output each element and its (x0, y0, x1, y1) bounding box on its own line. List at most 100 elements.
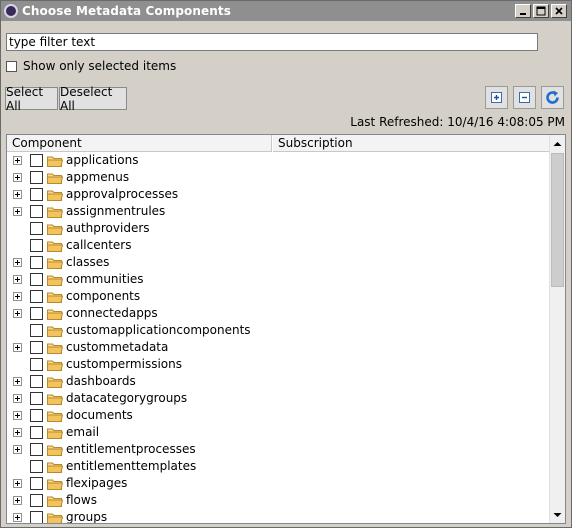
row-label: datacategorygroups (66, 391, 188, 405)
folder-icon (47, 444, 64, 459)
expand-toggle-icon[interactable] (13, 275, 22, 284)
tree-row[interactable]: authproviders (7, 220, 550, 237)
expand-toggle-icon[interactable] (13, 156, 22, 165)
column-header-subscription[interactable]: Subscription (273, 135, 550, 152)
row-checkbox[interactable] (30, 494, 43, 507)
folder-icon (47, 291, 64, 306)
row-checkbox[interactable] (30, 341, 43, 354)
column-header-component[interactable]: Component (7, 135, 272, 152)
show-selected-row[interactable]: Show only selected items (6, 59, 176, 73)
select-all-button[interactable]: Select All (5, 85, 58, 113)
row-label: connectedapps (66, 306, 158, 320)
row-checkbox[interactable] (30, 426, 43, 439)
row-checkbox[interactable] (30, 392, 43, 405)
expand-toggle-icon[interactable] (13, 496, 22, 505)
folder-icon (47, 223, 64, 238)
folder-icon (47, 155, 64, 170)
row-checkbox[interactable] (30, 154, 43, 167)
folder-icon (47, 189, 64, 204)
tree-row[interactable]: classes (7, 254, 550, 271)
tree-row[interactable]: flows (7, 492, 550, 509)
folder-icon (47, 376, 64, 391)
expand-toggle-icon[interactable] (13, 207, 22, 216)
tree-row[interactable]: entitlementprocesses (7, 441, 550, 458)
row-checkbox[interactable] (30, 256, 43, 269)
collapse-all-button[interactable] (513, 86, 536, 109)
row-checkbox[interactable] (30, 511, 43, 523)
row-checkbox[interactable] (30, 273, 43, 286)
row-checkbox[interactable] (30, 409, 43, 422)
tree-row[interactable]: communities (7, 271, 550, 288)
tree-row[interactable]: custompermissions (7, 356, 550, 373)
expand-toggle-icon[interactable] (13, 479, 22, 488)
scroll-down-button[interactable] (550, 506, 565, 523)
tree-row[interactable]: custommetadata (7, 339, 550, 356)
tree-row[interactable]: dashboards (7, 373, 550, 390)
component-tree[interactable]: Component Subscription applications appme… (6, 134, 566, 524)
tree-row[interactable]: connectedapps (7, 305, 550, 322)
expand-toggle-icon[interactable] (13, 445, 22, 454)
row-label: appmenus (66, 170, 130, 184)
refresh-button[interactable] (541, 86, 564, 109)
expand-toggle-icon[interactable] (13, 173, 22, 182)
scroll-up-icon (553, 141, 562, 146)
maximize-button[interactable] (533, 4, 549, 18)
expand-toggle-icon[interactable] (13, 513, 22, 522)
scroll-up-button[interactable] (550, 135, 565, 152)
row-label: custompermissions (66, 357, 182, 371)
scroll-thumb[interactable] (551, 153, 564, 287)
expand-all-button[interactable] (485, 86, 508, 109)
row-label: communities (66, 272, 144, 286)
tree-row[interactable]: flexipages (7, 475, 550, 492)
row-checkbox[interactable] (30, 222, 43, 235)
row-checkbox[interactable] (30, 307, 43, 320)
vertical-scrollbar[interactable] (549, 135, 565, 523)
column-header-component-label: Component (12, 136, 82, 150)
expand-toggle-icon[interactable] (13, 394, 22, 403)
expand-toggle-icon[interactable] (13, 343, 22, 352)
tree-row[interactable]: applications (7, 152, 550, 169)
expand-toggle-icon[interactable] (13, 411, 22, 420)
tree-row[interactable]: approvalprocesses (7, 186, 550, 203)
row-checkbox[interactable] (30, 324, 43, 337)
tree-row[interactable]: assignmentrules (7, 203, 550, 220)
tree-row[interactable]: customapplicationcomponents (7, 322, 550, 339)
folder-icon (47, 393, 64, 408)
close-button[interactable] (551, 4, 567, 18)
expand-toggle-icon[interactable] (13, 258, 22, 267)
title-bar[interactable]: Choose Metadata Components (1, 1, 571, 21)
expand-toggle-icon[interactable] (13, 292, 22, 301)
row-checkbox[interactable] (30, 477, 43, 490)
row-checkbox[interactable] (30, 205, 43, 218)
expand-toggle-icon[interactable] (13, 377, 22, 386)
row-checkbox[interactable] (30, 290, 43, 303)
minimize-button[interactable] (515, 4, 531, 18)
folder-icon (47, 410, 64, 425)
tree-row[interactable]: groups (7, 509, 550, 523)
show-selected-checkbox[interactable] (6, 60, 17, 72)
tree-row[interactable]: components (7, 288, 550, 305)
row-checkbox[interactable] (30, 188, 43, 201)
row-checkbox[interactable] (30, 239, 43, 252)
tree-row[interactable]: documents (7, 407, 550, 424)
refresh-icon (546, 90, 559, 104)
row-checkbox[interactable] (30, 460, 43, 473)
row-checkbox[interactable] (30, 171, 43, 184)
tree-row[interactable]: entitlementtemplates (7, 458, 550, 475)
filter-input[interactable]: type filter text (6, 33, 538, 51)
tree-row[interactable]: email (7, 424, 550, 441)
tree-row[interactable]: callcenters (7, 237, 550, 254)
row-checkbox[interactable] (30, 358, 43, 371)
row-checkbox[interactable] (30, 375, 43, 388)
tree-row[interactable]: datacategorygroups (7, 390, 550, 407)
row-label: entitlementtemplates (66, 459, 197, 473)
expand-toggle-icon[interactable] (13, 309, 22, 318)
scroll-down-icon (553, 512, 562, 517)
expand-toggle-icon[interactable] (13, 190, 22, 199)
expand-toggle-icon[interactable] (13, 428, 22, 437)
deselect-all-button[interactable]: Deselect All (59, 85, 127, 113)
app-icon (4, 4, 18, 18)
tree-row[interactable]: appmenus (7, 169, 550, 186)
row-checkbox[interactable] (30, 443, 43, 456)
folder-icon (47, 427, 64, 442)
